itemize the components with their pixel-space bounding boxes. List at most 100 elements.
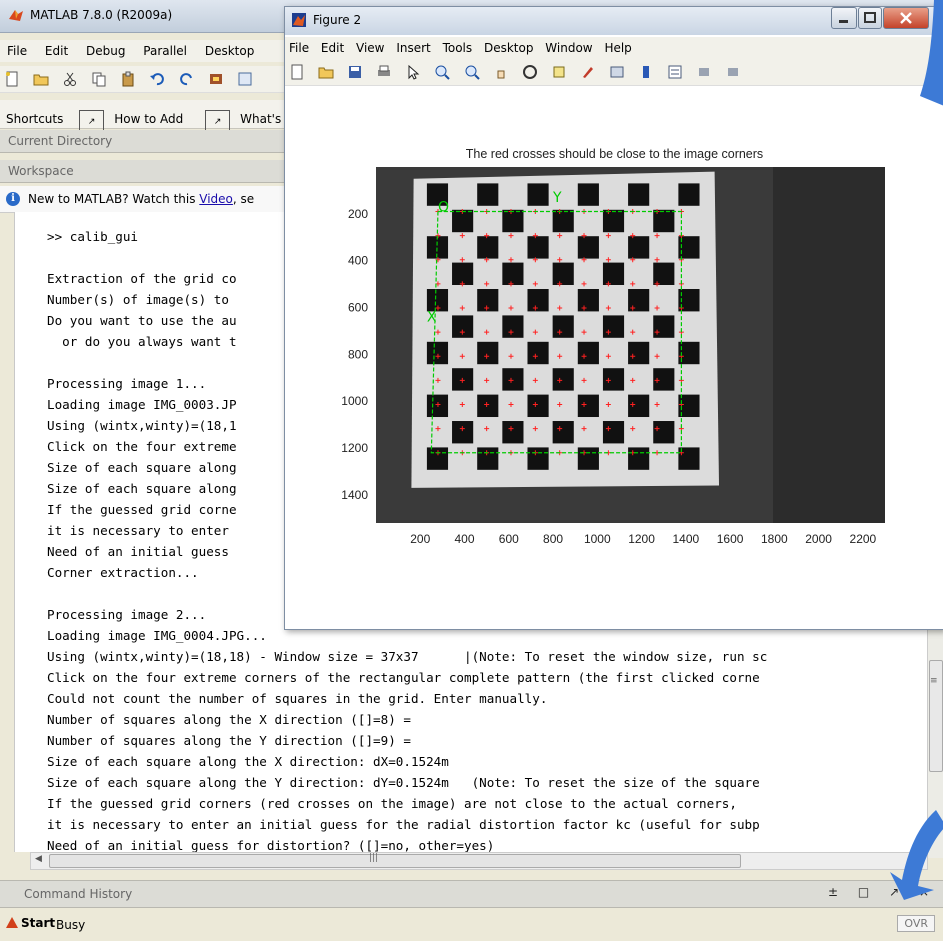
brush-icon[interactable] [580, 64, 596, 80]
data-cursor-icon[interactable] [551, 64, 567, 80]
link-plot-icon[interactable] [609, 64, 625, 80]
figure-plot-area: The red crosses should be close to the i… [285, 87, 943, 627]
checker-square [527, 447, 549, 470]
command-line: Size of each square along the X directio… [47, 754, 449, 769]
blue-arrow-bottom-icon [890, 810, 943, 900]
show-plot-tools-icon[interactable] [725, 64, 741, 80]
x-tick-label: 2000 [805, 532, 832, 546]
checker-square [653, 421, 675, 444]
figure-titlebar[interactable]: Figure 2 [285, 7, 943, 35]
video-link[interactable]: Video [199, 192, 233, 206]
menu-debug[interactable]: Debug [79, 40, 132, 62]
y-tick-label: 200 [348, 207, 368, 221]
x-tick-label: 2200 [850, 532, 877, 546]
minimize-icon [839, 20, 848, 23]
start-button[interactable]: Start [6, 916, 55, 930]
maximize-button[interactable] [858, 7, 882, 29]
current-directory-label: Current Directory [8, 134, 113, 148]
command-line: Using (wintx,winty)=(18,18) - Window siz… [47, 649, 768, 664]
checker-square [502, 368, 524, 391]
checker-square [653, 315, 675, 338]
x-tick-label: 1200 [628, 532, 655, 546]
new-figure-icon[interactable] [289, 64, 305, 80]
checker-square [527, 394, 549, 418]
x-tick-label: 200 [410, 532, 430, 546]
save-icon[interactable] [347, 64, 363, 80]
checker-square [628, 394, 650, 418]
fig-menu-desktop[interactable]: Desktop [480, 37, 538, 59]
zoom-out-icon[interactable] [464, 64, 480, 80]
hscroll-thumb[interactable] [49, 854, 741, 868]
command-line: Number of squares along the Y direction … [47, 733, 411, 748]
open-file-icon[interactable] [318, 64, 334, 80]
paste-icon[interactable] [120, 71, 136, 87]
calibration-image-axes[interactable]: O Y X 200 400 600 800 1000 1200 1400 200 400 600 800 1… [285, 87, 943, 627]
command-history-bar[interactable]: Command History ± □ ↗ × [0, 880, 943, 908]
x-tick-label: 1600 [717, 532, 744, 546]
x-tick-label: 600 [499, 532, 519, 546]
y-tick-label: 400 [348, 254, 368, 268]
checker-square [552, 421, 574, 444]
busy-status: Busy [56, 918, 86, 932]
fig-menu-help[interactable]: Help [600, 37, 635, 59]
checker-square [602, 421, 625, 444]
shortcuts-label[interactable]: Shortcuts [0, 106, 69, 132]
y-tick-label: 600 [348, 301, 368, 315]
checker-square [602, 209, 625, 233]
menu-file[interactable]: File [0, 40, 34, 62]
fig-menu-window[interactable]: Window [541, 37, 596, 59]
fig-menu-tools[interactable]: Tools [439, 37, 477, 59]
undo-icon[interactable] [149, 71, 165, 87]
maximize-icon [864, 12, 876, 23]
command-line: Number of squares along the X direction … [47, 712, 411, 727]
checker-square [628, 447, 650, 470]
cut-icon[interactable] [62, 71, 78, 87]
checker-square [577, 289, 599, 312]
command-line: If the guessed grid corners (red crosses… [47, 796, 737, 811]
command-line: Could not count the number of squares in… [47, 691, 548, 706]
y-axis-label: Y [552, 190, 562, 206]
simulink-icon[interactable] [208, 71, 224, 87]
pointer-icon[interactable] [405, 64, 421, 80]
colorbar-icon[interactable] [638, 64, 654, 80]
checker-square [577, 236, 599, 259]
checker-square [577, 183, 599, 206]
info-text-start: New to MATLAB? Watch this [28, 192, 200, 206]
checker-square [527, 236, 549, 259]
copy-icon[interactable] [91, 71, 107, 87]
zoom-in-icon[interactable] [434, 64, 451, 80]
new-file-icon[interactable] [4, 71, 20, 87]
info-icon: i [6, 192, 20, 206]
checker-square [653, 368, 675, 391]
rotate-3d-icon[interactable] [522, 64, 538, 80]
menu-edit[interactable]: Edit [38, 40, 75, 62]
minimize-button[interactable] [831, 7, 857, 29]
plot-title: The red crosses should be close to the i… [465, 147, 764, 161]
figure-icon [292, 13, 306, 27]
menu-parallel[interactable]: Parallel [136, 40, 194, 62]
info-text: New to MATLAB? Watch this Video, se [28, 192, 254, 206]
scroll-left-icon[interactable]: ◀ [35, 854, 42, 864]
redo-icon[interactable] [179, 71, 195, 87]
legend-icon[interactable] [667, 64, 683, 80]
checker-square [552, 368, 574, 391]
fig-menu-edit[interactable]: Edit [317, 37, 348, 59]
fig-menu-insert[interactable]: Insert [392, 37, 434, 59]
fig-menu-view[interactable]: View [352, 37, 388, 59]
hide-plot-tools-icon[interactable] [696, 64, 712, 80]
pan-icon[interactable] [493, 64, 509, 80]
checker-square [577, 447, 599, 470]
fig-menu-file[interactable]: File [285, 37, 313, 59]
menu-desktop[interactable]: Desktop [198, 40, 262, 62]
x-tick-label: 1000 [584, 532, 611, 546]
print-icon[interactable] [376, 64, 392, 80]
checker-square [502, 421, 524, 444]
guide-icon[interactable] [237, 71, 253, 87]
checker-square [577, 341, 599, 365]
checker-square [602, 262, 625, 286]
checker-square [477, 236, 499, 259]
open-folder-icon[interactable] [33, 71, 49, 87]
checker-square [527, 289, 549, 312]
command-window-hscrollbar[interactable]: ◀ ||| [30, 852, 928, 870]
y-tick-label: 800 [348, 347, 368, 361]
